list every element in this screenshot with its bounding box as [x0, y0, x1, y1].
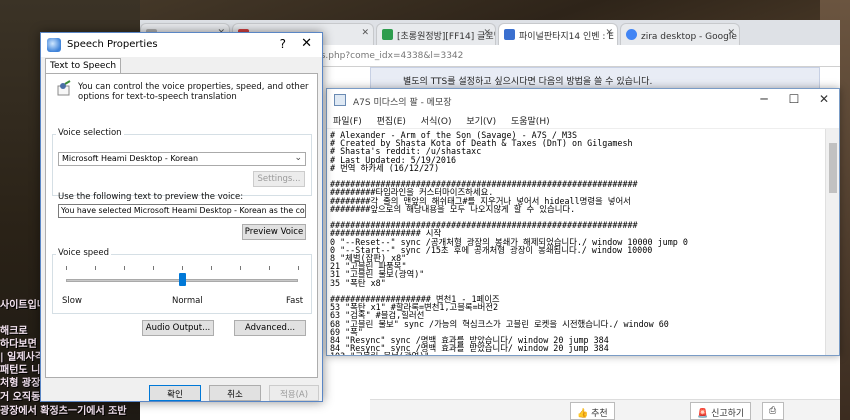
maximize-icon[interactable]: ☐ — [779, 89, 809, 111]
print-icon: ⎙ — [769, 406, 777, 416]
menu-format[interactable]: 서식(O) — [421, 117, 452, 127]
help-icon[interactable]: ? — [280, 37, 286, 51]
game-text-line: 광장에서 확정츠ㅡ기에서 조반 — [0, 406, 127, 417]
slider-tick — [182, 266, 183, 270]
voice-select[interactable]: Microsoft Heami Desktop - Korean ⌄ — [58, 152, 306, 166]
notepad-titlebar[interactable]: A7S 미다스의 팔 - 메모장 ─ ☐ ✕ — [327, 89, 839, 111]
tab-close-icon[interactable]: ✕ — [605, 28, 613, 38]
cancel-button[interactable]: 취소 — [209, 385, 261, 401]
tab-favicon-icon — [626, 29, 637, 40]
tab-close-icon[interactable]: ✕ — [361, 28, 369, 38]
selected-voice: Microsoft Heami Desktop - Korean — [62, 154, 199, 163]
menu-view[interactable]: 보기(V) — [466, 117, 496, 127]
microphone-icon — [56, 80, 72, 96]
notepad-scrollbar[interactable] — [825, 129, 839, 355]
notepad-text-area[interactable]: # Alexander - Arm of the Son (Savage) - … — [327, 129, 825, 355]
tab-label: [초롱원정방][FF14] 글로벌 — [397, 32, 496, 42]
menu-help[interactable]: 도움말(H) — [511, 117, 550, 127]
menu-file[interactable]: 파일(F) — [333, 117, 362, 127]
notepad-line: # 번역 하카세 (16/12/27) — [330, 162, 440, 173]
preview-label: Use the following text to preview the vo… — [58, 192, 244, 202]
tab-text-to-speech[interactable]: Text to Speech — [45, 58, 122, 74]
slider-tick — [298, 266, 299, 270]
ok-button[interactable]: 확인 — [149, 385, 201, 401]
slider-tick — [211, 266, 212, 270]
dialog-titlebar[interactable]: Speech Properties ? ✕ — [41, 33, 322, 57]
tab-favicon-icon — [504, 29, 515, 40]
notepad-menubar: 파일(F) 편집(E) 서식(O) 보기(V) 도움말(H) — [327, 111, 839, 129]
preview-voice-button[interactable]: Preview Voice — [242, 224, 306, 240]
notepad-window: A7S 미다스의 팔 - 메모장 ─ ☐ ✕ 파일(F) 편집(E) 서식(O)… — [326, 88, 840, 356]
scrollbar-thumb[interactable] — [829, 143, 837, 193]
settings-button[interactable]: Settings... — [253, 171, 305, 187]
tab-favicon-icon — [382, 29, 393, 40]
slider-tick — [66, 266, 67, 270]
notepad-line: 31 "고블린 물보(광역)" — [330, 269, 425, 280]
notepad-line: 68 "고블린 물보" sync /가능의 혁심크스가 고블린 로켓을 시전했습… — [330, 318, 669, 329]
tab-label: zira desktop - Google 검 — [641, 32, 740, 42]
tab-label: 파이널판타지14 인벤 : E — [519, 32, 614, 42]
preview-text-input[interactable]: You have selected Microsoft Heami Deskto… — [58, 204, 306, 218]
chevron-down-icon: ⌄ — [294, 153, 302, 163]
apply-button[interactable]: 적용(A) — [269, 385, 319, 401]
speed-fast-label: Fast — [286, 296, 304, 306]
browser-tab-active[interactable]: 파이널판타지14 인벤 : E ✕ — [498, 23, 618, 45]
browser-tab[interactable]: zira desktop - Google 검 ✕ — [620, 23, 740, 45]
menu-edit[interactable]: 편집(E) — [377, 117, 406, 127]
slider-tick — [240, 266, 241, 270]
tab-close-icon[interactable]: ✕ — [727, 28, 735, 38]
slider-tick — [269, 266, 270, 270]
advanced-button[interactable]: Advanced... — [234, 320, 306, 336]
thumbs-up-icon: 👍 — [577, 409, 589, 419]
page-footer: 👍 추천 🚨 신고하기 ⎙ — [370, 399, 840, 420]
audio-output-button[interactable]: Audio Output... — [142, 320, 214, 336]
notepad-line: 35 "폭탄 x8" — [330, 277, 386, 288]
slider-tick — [124, 266, 125, 270]
game-text-line: 거 오직동 — [0, 392, 41, 403]
slider-tick — [153, 266, 154, 270]
voice-selection-label: Voice selection — [56, 128, 124, 138]
voice-speed-slider-thumb[interactable] — [178, 273, 186, 286]
text-to-speech-panel: You can control the voice properties, sp… — [45, 73, 318, 378]
notepad-line: ########앞으로의 해당내용을 모두 나오지않게 할 수 있습니다. — [330, 203, 576, 214]
tab-close-icon[interactable]: ✕ — [483, 28, 491, 38]
notepad-icon — [334, 94, 346, 106]
voice-speed-label: Voice speed — [56, 248, 111, 258]
close-icon[interactable]: ✕ — [301, 36, 312, 51]
dialog-title: Speech Properties — [67, 39, 158, 50]
notepad-title: A7S 미다스의 팔 - 메모장 — [353, 98, 452, 108]
game-text-line: 처형 광장 — [0, 378, 41, 389]
slider-tick — [95, 266, 96, 270]
speech-properties-dialog: Speech Properties ? ✕ Text to Speech You… — [40, 32, 323, 402]
intro-text: You can control the voice properties, sp… — [78, 82, 309, 102]
speech-icon — [47, 38, 61, 52]
browser-tab[interactable]: [초롱원정방][FF14] 글로벌 ✕ — [376, 23, 496, 45]
minimize-icon[interactable]: ─ — [749, 89, 779, 111]
report-label: 신고하기 — [711, 409, 745, 419]
recommend-label: 추천 — [591, 409, 608, 419]
recommend-button[interactable]: 👍 추천 — [570, 402, 615, 420]
siren-icon: 🚨 — [697, 409, 709, 419]
print-button[interactable]: ⎙ — [762, 402, 784, 420]
close-icon[interactable]: ✕ — [809, 89, 839, 111]
speed-normal-label: Normal — [172, 296, 203, 306]
report-button[interactable]: 🚨 신고하기 — [690, 402, 752, 420]
speed-slow-label: Slow — [62, 296, 82, 306]
